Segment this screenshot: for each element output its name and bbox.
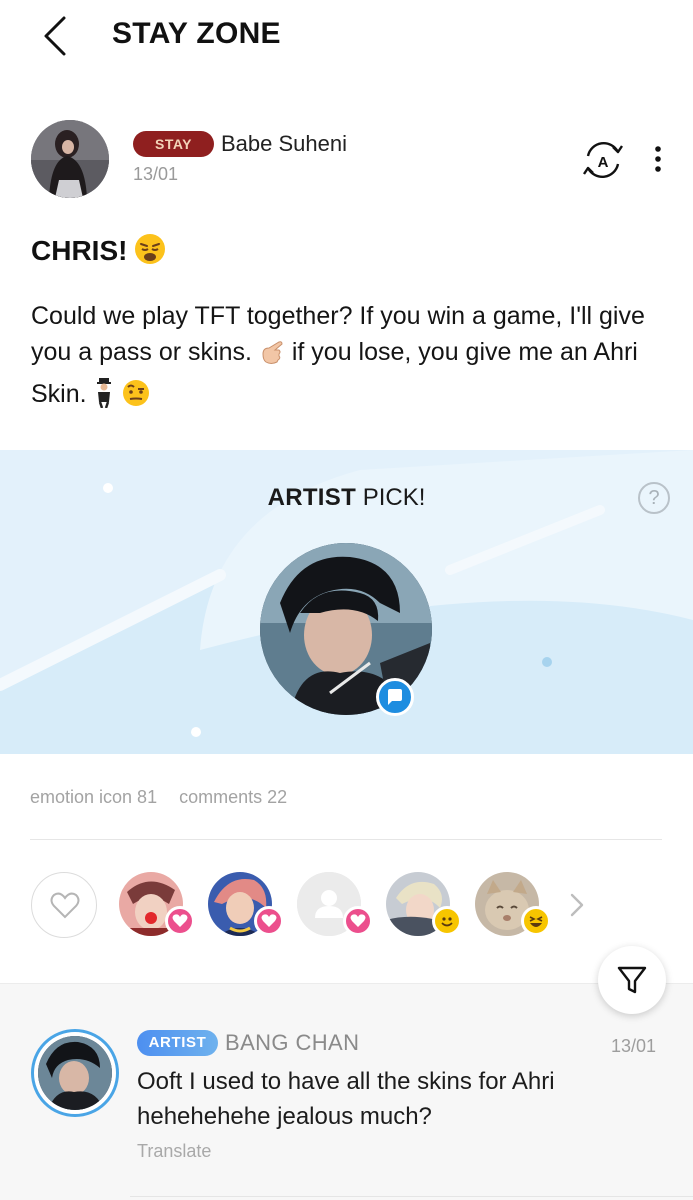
weary-face-emoji: [133, 232, 167, 273]
post-body: Could we play TFT together? If you win a…: [31, 298, 671, 418]
post-date: 13/01: [133, 164, 179, 184]
comment-date: 13/01: [611, 1036, 657, 1056]
more-vertical-icon: [655, 146, 661, 172]
heart-outline-icon: [50, 892, 80, 919]
translate-link[interactable]: Translate: [137, 1141, 211, 1162]
heart-reaction-badge: [254, 906, 284, 936]
filter-icon: [617, 966, 647, 994]
comment-text: Ooft I used to have all the skins for Ah…: [137, 1068, 555, 1130]
heart-reaction-badge: [165, 906, 195, 936]
artist-badge: ARTIST: [137, 1030, 218, 1056]
post-title: CHRIS!: [31, 232, 167, 273]
author-avatar[interactable]: [31, 120, 109, 198]
more-reactions-button[interactable]: [566, 890, 588, 920]
app-header: STAY ZONE: [0, 0, 693, 72]
comment-count[interactable]: comments 22: [179, 787, 287, 807]
translate-icon: A: [583, 141, 623, 179]
more-options-button[interactable]: [643, 142, 673, 178]
filter-button[interactable]: [598, 946, 666, 1014]
back-arrow-icon: [44, 16, 66, 56]
post-stats: emotion icon 81 comments 22: [30, 787, 309, 808]
back-button[interactable]: [36, 12, 80, 60]
comment-author-name[interactable]: BANG CHAN: [225, 1030, 359, 1056]
raised-eyebrow-emoji: [121, 378, 151, 418]
translate-button[interactable]: A: [580, 138, 626, 182]
man-in-suit-emoji: [94, 378, 114, 418]
heart-reaction-badge: [343, 906, 373, 936]
artist-pick-heading-rest: PICK!: [362, 484, 426, 511]
smile-reaction-badge: [432, 906, 462, 936]
author-photo: [31, 120, 109, 198]
laugh-reaction-badge: [521, 906, 551, 936]
artist-pick-banner: ARTIST PICK! ?: [0, 450, 693, 754]
comment-author-photo: [38, 1036, 112, 1110]
pointing-hand-emoji: [259, 338, 285, 376]
comment-divider: [130, 1196, 693, 1197]
svg-text:A: A: [598, 154, 609, 171]
comment-author-avatar[interactable]: [31, 1029, 119, 1117]
emotion-count[interactable]: emotion icon 81: [30, 787, 157, 807]
question-icon: ?: [648, 487, 660, 509]
like-button[interactable]: [31, 872, 97, 938]
stay-badge: STAY: [133, 131, 214, 157]
chat-bubble-icon: [376, 678, 414, 716]
artist-pick-heading: ARTIST PICK!: [0, 484, 693, 516]
divider: [30, 839, 662, 840]
post-title-text: CHRIS!: [31, 234, 128, 266]
chevron-right-icon: [570, 893, 584, 917]
help-button[interactable]: ?: [638, 482, 670, 514]
author-name[interactable]: Babe Suheni: [221, 131, 347, 157]
artist-pick-heading-bold: ARTIST: [267, 484, 357, 511]
page-title: STAY ZONE: [112, 17, 281, 50]
